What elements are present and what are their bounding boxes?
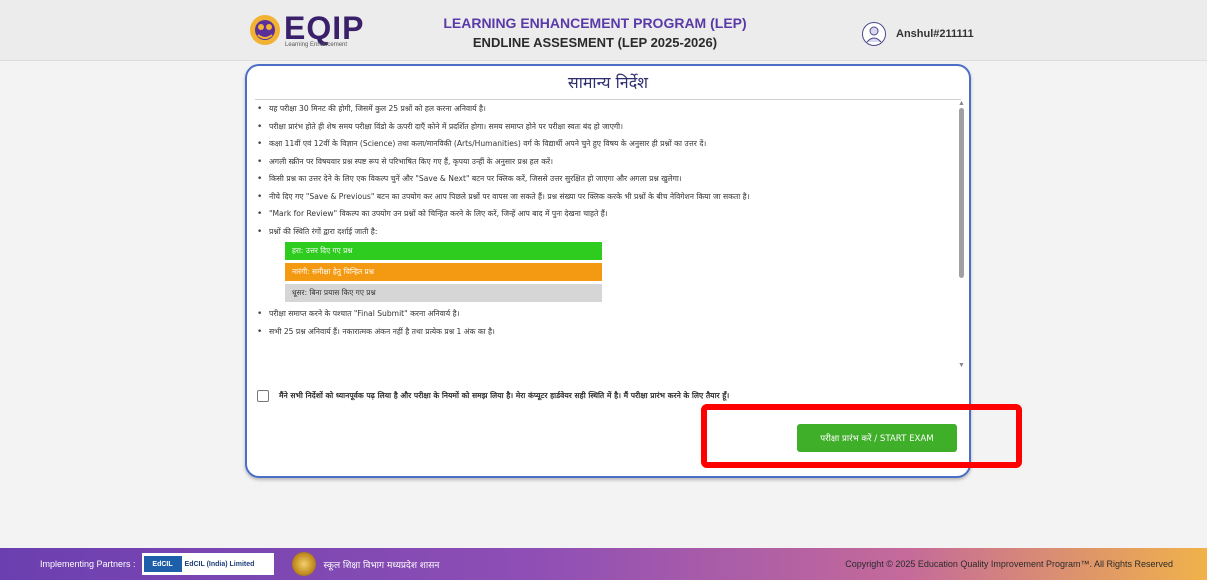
footer: Implementing Partners : EdCIL EdCIL (Ind… [0,548,1207,580]
legend-review: नारंगी: समीक्षा हेतु चिन्हित प्रश्न [285,263,602,281]
state-emblem-icon [291,552,316,576]
page-title: LEARNING ENHANCEMENT PROGRAM (LEP) ENDLI… [430,15,760,50]
logo-subtext: Learning Enhancement [285,42,348,48]
instructions-list-continued: • परीक्षा समाप्त करने के पश्चात "Final Su… [253,305,959,340]
instructions-scroll-area[interactable]: • यह परीक्षा 30 मिनट की होगी, जिसमें कुल … [253,100,959,400]
legend-not-attempted: धूसर: बिना प्रयास किए गए प्रश्न [285,284,602,302]
program-title: LEARNING ENHANCEMENT PROGRAM (LEP) [443,15,747,31]
partners-label: Implementing Partners : [40,559,136,569]
edcil-name: EdCIL (India) Limited [184,560,255,568]
list-item: • सभी 25 प्रश्न अनिवार्य हैं। नकारात्मक अ… [257,326,495,337]
user-name: Anshul#211111 [896,28,974,40]
instructions-list: • यह परीक्षा 30 मिनट की होगी, जिसमें कुल … [253,100,959,240]
list-item: • कक्षा 11वीं एवं 12वीं के विज्ञान (Scien… [257,139,707,149]
list-item: • "Mark for Review" विकल्प का उपयोग उन प्… [257,209,608,219]
instructions-scrollbar[interactable]: ▲ ▼ [958,100,965,400]
list-item: • अगली स्क्रीन पर विषयवार प्रश्न स्पष्ट र… [257,156,554,167]
list-item: • प्रश्नों की स्थिति रंगों द्वारा दर्शाई … [257,226,378,237]
list-item: • यह परीक्षा 30 मिनट की होगी, जिसमें कुल … [257,104,486,114]
list-item: • नीचे दिए गए "Save & Previous" बटन का उप… [257,191,750,202]
department-name: स्कूल शिक्षा विभाग मध्यप्रदेश शासन [323,560,440,571]
consent-row: मैंने सभी निर्देशों को ध्यानपूर्वक पढ़ ल… [257,390,729,402]
edcil-logo: EdCIL EdCIL (India) Limited [141,553,274,575]
consent-checkbox[interactable] [257,390,269,402]
scroll-up-arrow-icon[interactable]: ▲ [958,100,965,107]
logo-emblem-icon [250,15,280,45]
list-item: • परीक्षा प्रारंभ होते ही शेष समय परीक्षा… [257,121,624,132]
start-button-highlight [701,404,1022,468]
copyright-text: Copyright © 2025 Education Quality Impro… [845,559,1173,569]
scroll-thumb[interactable] [959,108,964,278]
top-header: EQIP Learning Enhancement LEARNING ENHAN… [0,0,1207,61]
legend-answered: हरा: उत्तर दिए गए प्रश्न [285,242,602,260]
user-avatar-icon[interactable] [862,22,886,46]
assessment-title: ENDLINE ASSESMENT (LEP 2025-2026) [472,35,718,50]
scroll-down-arrow-icon[interactable]: ▼ [958,362,965,369]
eqip-logo: EQIP Learning Enhancement [248,10,368,50]
instructions-heading: सामान्य निर्देश [567,73,649,92]
consent-text: मैंने सभी निर्देशों को ध्यानपूर्वक पढ़ ल… [279,391,730,400]
list-item: • किसी प्रश्न का उत्तर देने के लिए एक विक… [257,174,682,184]
edcil-logo-icon: EdCIL [143,556,182,572]
list-item: • परीक्षा समाप्त करने के पश्चात "Final Su… [257,309,460,319]
user-profile[interactable]: Anshul#211111 [862,22,974,46]
